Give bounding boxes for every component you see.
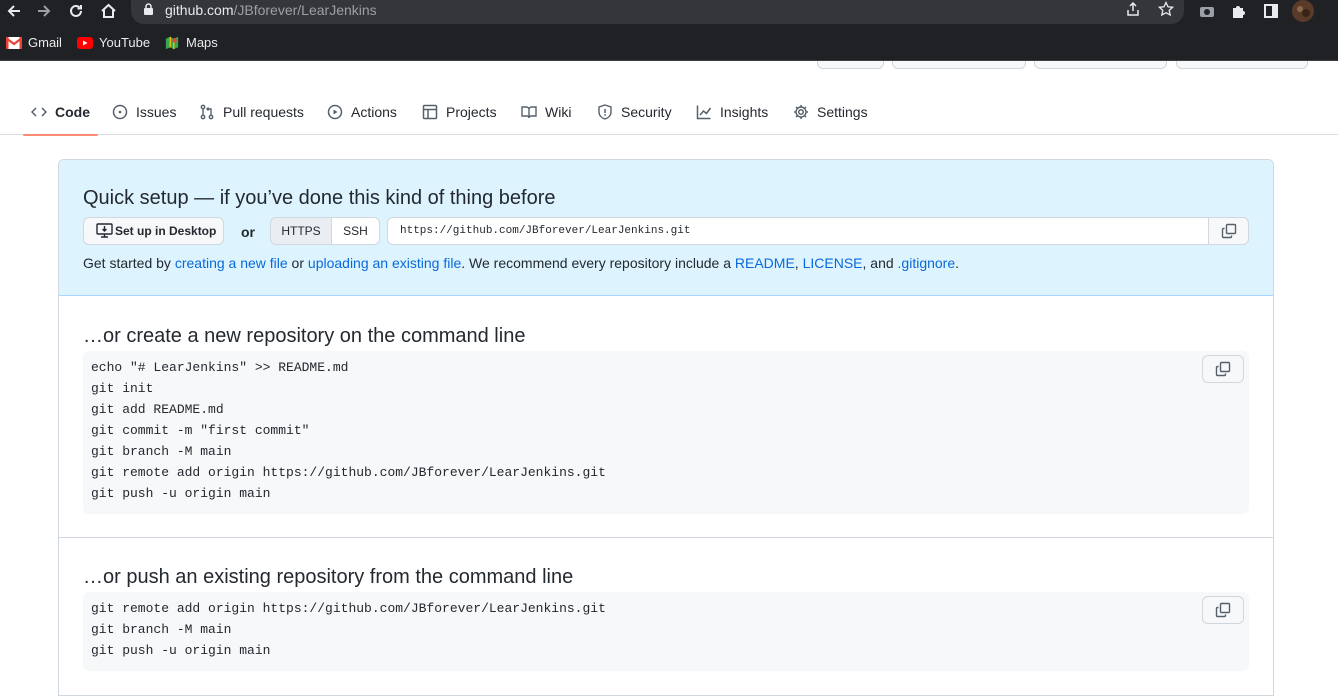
clone-protocol-toggle: HTTPS SSH <box>270 217 380 245</box>
bookmark-gmail[interactable]: Gmail <box>6 35 62 50</box>
tab-settings[interactable]: Settings <box>793 88 868 135</box>
header-button <box>1034 61 1167 69</box>
bookmark-star-icon[interactable] <box>1157 0 1175 21</box>
get-started-text: Get started by creating a new file or up… <box>83 255 960 271</box>
readme-link[interactable]: README <box>735 255 795 271</box>
empty-repo-setup: Quick setup — if you’ve done this kind o… <box>58 159 1274 696</box>
copy-icon <box>1221 223 1236 239</box>
browser-toolbar: github.com/JBforever/LearJenkins <box>0 0 1338 31</box>
copy-icon <box>1215 361 1231 377</box>
share-icon[interactable] <box>1125 1 1141 21</box>
code-line: git remote add origin https://github.com… <box>91 465 606 480</box>
push-repo-title: …or push an existing repository from the… <box>83 566 574 588</box>
reload-icon[interactable] <box>65 0 87 22</box>
gitignore-link[interactable]: .gitignore <box>898 255 956 271</box>
or-separator: or <box>241 224 255 240</box>
forward-arrow-icon[interactable] <box>33 0 55 22</box>
header-button <box>817 61 884 69</box>
profile-avatar[interactable] <box>1291 0 1315 23</box>
desktop-download-icon <box>96 223 113 238</box>
push-repo-code-block: git remote add origin https://github.com… <box>83 592 1249 671</box>
pull-request-icon <box>200 104 214 119</box>
gear-icon <box>794 104 808 119</box>
address-bar[interactable]: github.com/JBforever/LearJenkins <box>131 0 1184 24</box>
tab-pull-requests[interactable]: Pull requests <box>199 88 304 135</box>
book-icon <box>521 105 537 118</box>
code-line: git push -u origin main <box>91 486 271 501</box>
home-icon[interactable] <box>97 0 119 22</box>
code-line: git branch -M main <box>91 622 232 637</box>
code-icon <box>31 106 47 117</box>
table-icon <box>422 104 438 119</box>
side-panel-icon[interactable] <box>1260 0 1282 22</box>
copy-create-commands-button[interactable] <box>1202 355 1244 383</box>
code-line: git remote add origin https://github.com… <box>91 601 606 616</box>
bookmarks-bar: Gmail YouTube Maps <box>0 31 1338 61</box>
code-line: git push -u origin main <box>91 643 271 658</box>
clone-url-input[interactable]: https://github.com/JBforever/LearJenkins… <box>387 217 1208 245</box>
create-repo-title: …or create a new repository on the comma… <box>83 325 526 347</box>
maps-icon <box>165 36 179 49</box>
tab-security[interactable]: Security <box>597 88 672 135</box>
back-arrow-icon[interactable] <box>3 0 25 22</box>
issue-icon <box>112 104 128 119</box>
license-link[interactable]: LICENSE <box>803 255 863 271</box>
https-button[interactable]: HTTPS <box>270 217 332 245</box>
repo-nav: Code Issues Pull requests Actions Projec… <box>0 88 1338 136</box>
puzzle-extensions-icon[interactable] <box>1228 0 1250 22</box>
tab-insights[interactable]: Insights <box>696 88 768 135</box>
camera-extension-icon[interactable] <box>1196 0 1218 22</box>
bookmark-youtube[interactable]: YouTube <box>77 35 150 50</box>
quick-setup-title: Quick setup — if you’ve done this kind o… <box>83 187 556 209</box>
bookmark-maps[interactable]: Maps <box>164 35 218 50</box>
setup-in-desktop-button[interactable]: Set up in Desktop <box>83 217 224 245</box>
header-button <box>1176 61 1308 69</box>
quick-setup-panel: Quick setup — if you’ve done this kind o… <box>59 160 1273 296</box>
code-line: git add README.md <box>91 402 224 417</box>
tab-actions[interactable]: Actions <box>327 88 397 135</box>
repo-header-scrolled <box>0 61 1338 71</box>
code-line: git init <box>91 381 154 396</box>
copy-clone-url-button[interactable] <box>1208 217 1249 245</box>
ssh-button[interactable]: SSH <box>332 217 380 245</box>
gmail-icon <box>6 36 22 49</box>
code-line: echo "# LearJenkins" >> README.md <box>91 360 349 375</box>
tab-projects[interactable]: Projects <box>422 88 497 135</box>
lock-icon <box>144 3 153 15</box>
tab-wiki[interactable]: Wiki <box>521 88 571 135</box>
shield-icon <box>598 103 612 120</box>
tab-issues[interactable]: Issues <box>112 88 176 135</box>
code-line: git commit -m "first commit" <box>91 423 310 438</box>
upload-file-link[interactable]: uploading an existing file <box>308 255 461 271</box>
play-icon <box>327 104 343 119</box>
url-text: github.com/JBforever/LearJenkins <box>165 2 377 18</box>
create-repo-code-block: echo "# LearJenkins" >> README.md git in… <box>83 351 1249 514</box>
youtube-icon <box>77 36 93 49</box>
copy-push-commands-button[interactable] <box>1202 596 1244 624</box>
graph-icon <box>696 105 712 119</box>
header-button <box>892 61 1026 69</box>
copy-icon <box>1215 602 1231 618</box>
code-line: git branch -M main <box>91 444 232 459</box>
section-divider <box>59 537 1273 538</box>
create-new-file-link[interactable]: creating a new file <box>175 255 288 271</box>
tab-code[interactable]: Code <box>23 88 98 136</box>
